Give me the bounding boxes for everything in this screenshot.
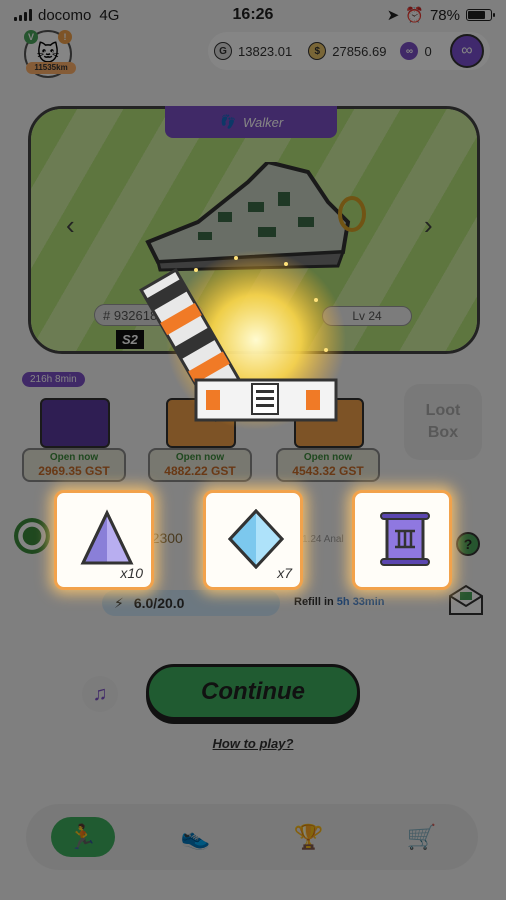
app-screen: docomo 4G 16:26 ➤ ⏰ 78% 🐱 V ! 11535km G … [0,0,506,900]
reward-item-1[interactable]: x10 [54,490,154,590]
reward-quantity: x10 [120,565,143,581]
pyramid-gem-icon [80,509,134,565]
crystal-gem-icon [227,509,285,569]
reward-item-2[interactable]: x7 [203,490,303,590]
reward-list: x10 x7 [54,490,452,592]
scroll-icon [380,512,430,566]
reward-quantity: x7 [277,565,292,581]
reward-item-3[interactable] [352,490,452,590]
opened-chest-icon [139,250,346,430]
reward-overlay[interactable] [0,0,506,900]
